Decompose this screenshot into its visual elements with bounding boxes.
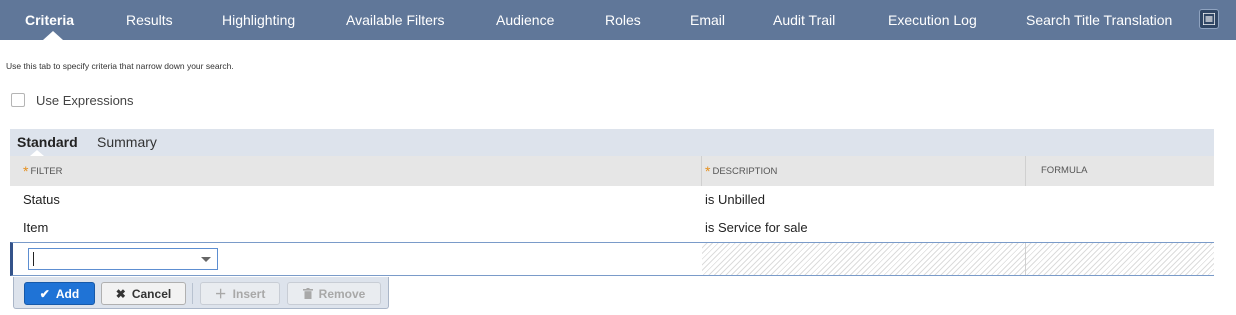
cancel-button[interactable]: ✖ Cancel: [101, 282, 186, 305]
remove-button[interactable]: Remove: [287, 282, 381, 305]
description-cell: is Service for sale: [705, 220, 808, 235]
table-header: * FILTER * DESCRIPTION FORMULA: [10, 156, 1214, 187]
help-text: Use this tab to specify criteria that na…: [6, 61, 234, 71]
subtab-summary[interactable]: Summary: [97, 129, 157, 156]
filter-cell: Status: [23, 192, 60, 207]
column-header-formula[interactable]: FORMULA: [1041, 156, 1087, 186]
tab-audience[interactable]: Audience: [496, 0, 554, 40]
tab-available-filters[interactable]: Available Filters: [346, 0, 445, 40]
tab-search-title-translation[interactable]: Search Title Translation: [1026, 0, 1172, 40]
column-header-filter[interactable]: * FILTER: [23, 156, 62, 186]
column-divider: [1025, 156, 1026, 186]
use-expressions-label[interactable]: Use Expressions: [36, 93, 134, 108]
table-row[interactable]: Item is Service for sale: [10, 214, 1214, 243]
filter-cell: Item: [23, 220, 49, 235]
row-action-bar: ✔ Add ✖ Cancel ＋ Insert Remove: [13, 277, 389, 309]
description-disabled-cell: [702, 243, 1025, 275]
tab-email[interactable]: Email: [690, 0, 725, 40]
tab-results[interactable]: Results: [126, 0, 173, 40]
trash-icon: [302, 283, 313, 306]
active-tab-pointer: [43, 31, 63, 40]
tab-execution-log[interactable]: Execution Log: [888, 0, 977, 40]
filter-select[interactable]: [28, 248, 218, 270]
edit-row[interactable]: [10, 242, 1214, 276]
x-icon: ✖: [115, 287, 126, 301]
plus-icon: ＋: [214, 287, 227, 301]
button-divider: [192, 283, 193, 304]
text-cursor: [33, 252, 34, 266]
required-marker: *: [705, 163, 711, 179]
tab-bar: Criteria Results Highlighting Available …: [0, 0, 1236, 40]
table-row[interactable]: Status is Unbilled: [10, 186, 1214, 215]
insert-button[interactable]: ＋ Insert: [200, 282, 280, 305]
add-button[interactable]: ✔ Add: [24, 282, 95, 305]
tab-highlighting[interactable]: Highlighting: [222, 0, 295, 40]
formula-disabled-cell: [1026, 243, 1214, 275]
subtab-standard[interactable]: Standard: [17, 129, 78, 156]
tab-audit-trail[interactable]: Audit Trail: [773, 0, 835, 40]
subtab-strip: Standard Summary: [10, 129, 1214, 156]
hamburger-menu-icon[interactable]: [1199, 9, 1219, 29]
column-header-description[interactable]: * DESCRIPTION: [705, 156, 777, 186]
check-icon: ✔: [39, 287, 50, 301]
chevron-down-icon[interactable]: [201, 257, 211, 262]
required-marker: *: [23, 163, 29, 179]
use-expressions-checkbox[interactable]: [11, 93, 25, 107]
tab-roles[interactable]: Roles: [605, 0, 641, 40]
column-divider: [701, 156, 702, 186]
description-cell: is Unbilled: [705, 192, 765, 207]
